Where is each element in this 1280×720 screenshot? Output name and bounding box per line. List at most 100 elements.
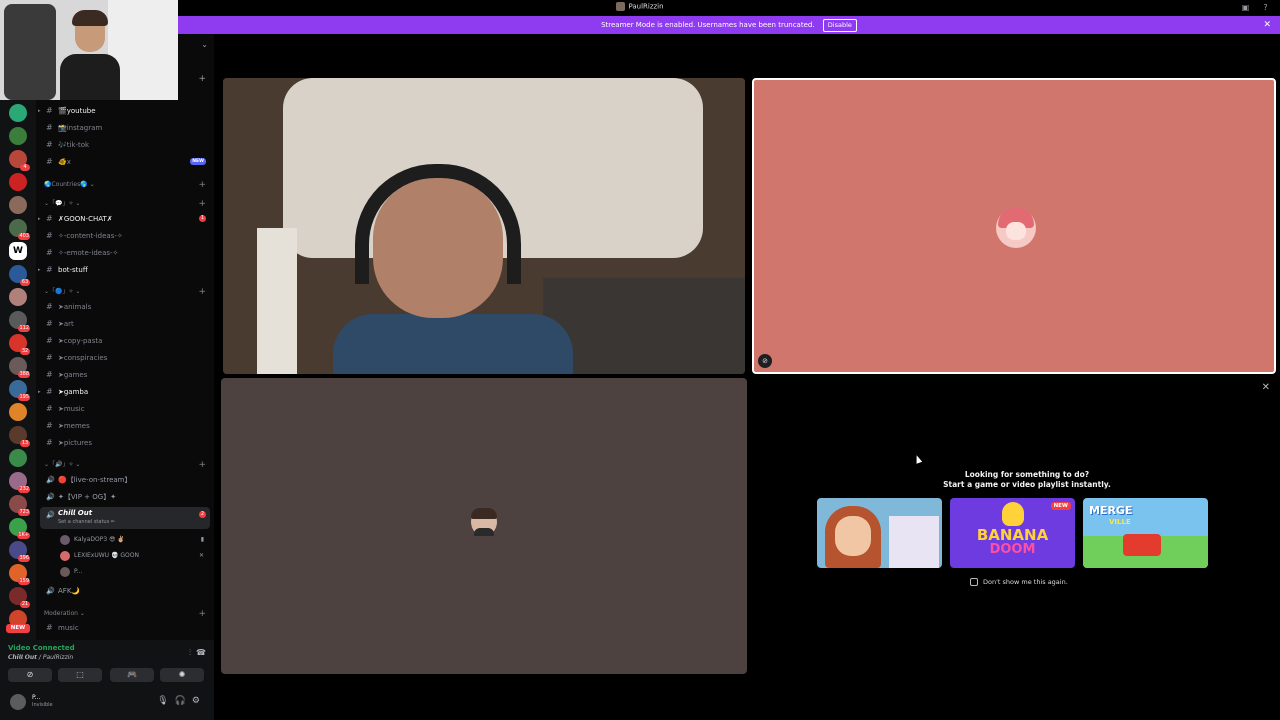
text-channel[interactable]: # ➤copy-pasta [36,333,214,349]
channel-category[interactable]: ⌄「🔵」✧ ⌄ + [44,286,214,298]
server-icon[interactable] [9,173,27,191]
add-channel-icon[interactable]: + [198,198,206,210]
hash-icon: # [46,140,53,149]
close-icon[interactable]: ✕ [1262,382,1270,393]
text-channel[interactable]: # ➤music [36,401,214,417]
mic-icon[interactable]: 🎙 [157,696,174,706]
server-badge: 32 [20,348,30,355]
video-tile-avatar-focused[interactable]: ⊘ [752,78,1276,374]
noise-suppression-icon[interactable]: ⫶ [189,648,191,657]
text-channel[interactable]: ▸ # 🎬youtube [36,103,214,119]
help-icon[interactable]: ? [1261,3,1270,12]
text-channel[interactable]: # ➤pictures [36,435,214,451]
server-icon[interactable]: 232 [9,472,30,493]
game-title-bottom: DOOM [989,542,1036,557]
add-channel-icon[interactable]: + [198,286,206,298]
text-channel[interactable]: # ➤games [36,367,214,383]
inbox-icon[interactable]: ▣ [1241,3,1250,12]
game-card-1[interactable] [817,498,942,568]
server-icon[interactable] [9,127,27,145]
hash-icon: # [46,106,53,115]
voice-channel-name[interactable]: 𝘾𝙝𝙞𝙡𝙡 𝙊𝙪𝙩 / PaulRizzin [8,654,73,661]
channel-status-hint[interactable]: Set a channel status ✏ [58,519,115,525]
close-banner-icon[interactable]: ✕ [1263,16,1271,34]
speaker-icon: 🔊 [46,476,55,484]
server-icon[interactable]: 723 [9,495,30,516]
text-channel[interactable]: # ✧-emote-ideas-✧ [36,245,214,261]
settings-gear-icon[interactable]: ⚙ [192,696,206,706]
server-icon[interactable]: 112 [9,311,30,332]
server-icon[interactable]: 195 [9,380,30,401]
text-channel[interactable]: # ➤memes [36,418,214,434]
server-icon[interactable]: 159 [9,564,30,585]
text-channel[interactable]: # 🐠x NEW [36,154,214,170]
soundboard-button[interactable]: ✺ [160,668,204,682]
voice-member[interactable]: LEXIExUWU 💀 GOON ✕ [58,549,210,563]
add-channel-icon[interactable]: + [198,179,206,191]
server-badge: 159 [18,578,30,585]
server-icon[interactable]: 13 [9,426,30,447]
disable-streamer-mode-button[interactable]: Disable [822,19,857,32]
video-tile-avatar[interactable] [221,378,747,674]
server-icon[interactable]: 4 [9,150,30,171]
server-icon[interactable]: 388 [9,357,30,378]
hash-icon: # [46,370,53,379]
server-menu-chevron-icon[interactable]: ⌄ [201,40,208,49]
channel-category[interactable]: 🌏Countries🌎 ⌄ + [44,179,214,191]
text-channel[interactable]: ▸ # ➤gamba [36,384,214,400]
server-icon[interactable]: 1K+ [9,518,30,539]
server-icon[interactable] [9,288,27,306]
server-icon[interactable] [9,196,27,214]
screen-share-button[interactable]: ⬚ [58,668,102,682]
server-icon[interactable]: 32 [9,334,30,355]
user-name[interactable]: P... [32,694,40,701]
text-channel[interactable]: ▸ # ✗GOON-CHAT✗ 1 [36,211,214,227]
game-card-merge-ville[interactable]: MERGE VILLE [1083,498,1208,568]
disconnect-icon[interactable]: ☎ [196,648,206,657]
user-avatar[interactable] [10,694,26,710]
add-channel-icon[interactable]: + [198,74,206,84]
member-status-icon: ▮ [200,536,204,543]
active-voice-channel[interactable]: 🔊 𝘾𝙝𝙞𝙡𝙡 𝙊𝙪𝙩 Set a channel status ✏ 2 [40,507,210,529]
headphones-icon[interactable]: 🎧 [175,696,192,706]
new-servers-pill[interactable]: NEW [6,624,30,633]
server-icon[interactable] [9,104,27,122]
text-channel[interactable]: # music [36,620,214,636]
camera-toggle-button[interactable]: ⊘ [8,668,52,682]
server-icon[interactable] [9,449,27,467]
voice-channel[interactable]: 🔊 🔴【live-on-stream】 [36,472,214,488]
add-channel-icon[interactable]: + [198,459,206,471]
checkbox-icon[interactable] [970,578,978,586]
channel-name: ➤games [58,371,88,379]
server-icon[interactable] [9,403,27,421]
dont-show-again-checkbox[interactable]: Don't show me this again. [970,578,1068,586]
server-icon[interactable]: 403 [9,219,30,240]
text-channel[interactable]: # 🎶tik-tok [36,137,214,153]
text-channel[interactable]: # ➤animals [36,299,214,315]
channel-name: ➤memes [58,422,90,430]
add-channel-icon[interactable]: + [198,608,206,620]
server-icon[interactable]: 396 [9,541,30,562]
hash-icon: # [46,231,53,240]
server-icon[interactable]: 63 [9,265,30,286]
game-card-banana-doom[interactable]: BANANA DOOM NEW [950,498,1075,568]
text-channel[interactable]: ▸ # bot-stuff [36,262,214,278]
text-channel[interactable]: # ✧-content-ideas-✧ [36,228,214,244]
voice-channel-afk[interactable]: 🔊 AFK🌙 [36,583,214,599]
video-tile-camera[interactable] [223,78,745,374]
text-channel[interactable]: # ➤art [36,316,214,332]
activity-button[interactable]: 🎮 [110,668,154,682]
channel-category[interactable]: ⌄「💬」✧ ⌄ + [44,198,214,210]
text-channel[interactable]: # ➤conspiracies [36,350,214,366]
voice-connection-status[interactable]: Video Connected [8,644,75,652]
voice-member[interactable]: P... [58,565,210,579]
channel-name: AFK🌙 [58,587,81,595]
server-icon[interactable]: W [9,242,27,260]
channel-category[interactable]: ⌄「🔊」✧ ⌄ + [44,459,214,471]
voice-member[interactable]: KalyaDOP3 😎 ✌🏼 ▮ [58,533,210,547]
channel-category[interactable]: Moderation ⌄ + [44,608,214,620]
server-icon[interactable]: 21 [9,587,30,608]
voice-channel[interactable]: 🔊 ✦【VIP + OG】✦ [36,489,214,505]
hash-icon: # [46,387,53,396]
text-channel[interactable]: # 📸instagram [36,120,214,136]
